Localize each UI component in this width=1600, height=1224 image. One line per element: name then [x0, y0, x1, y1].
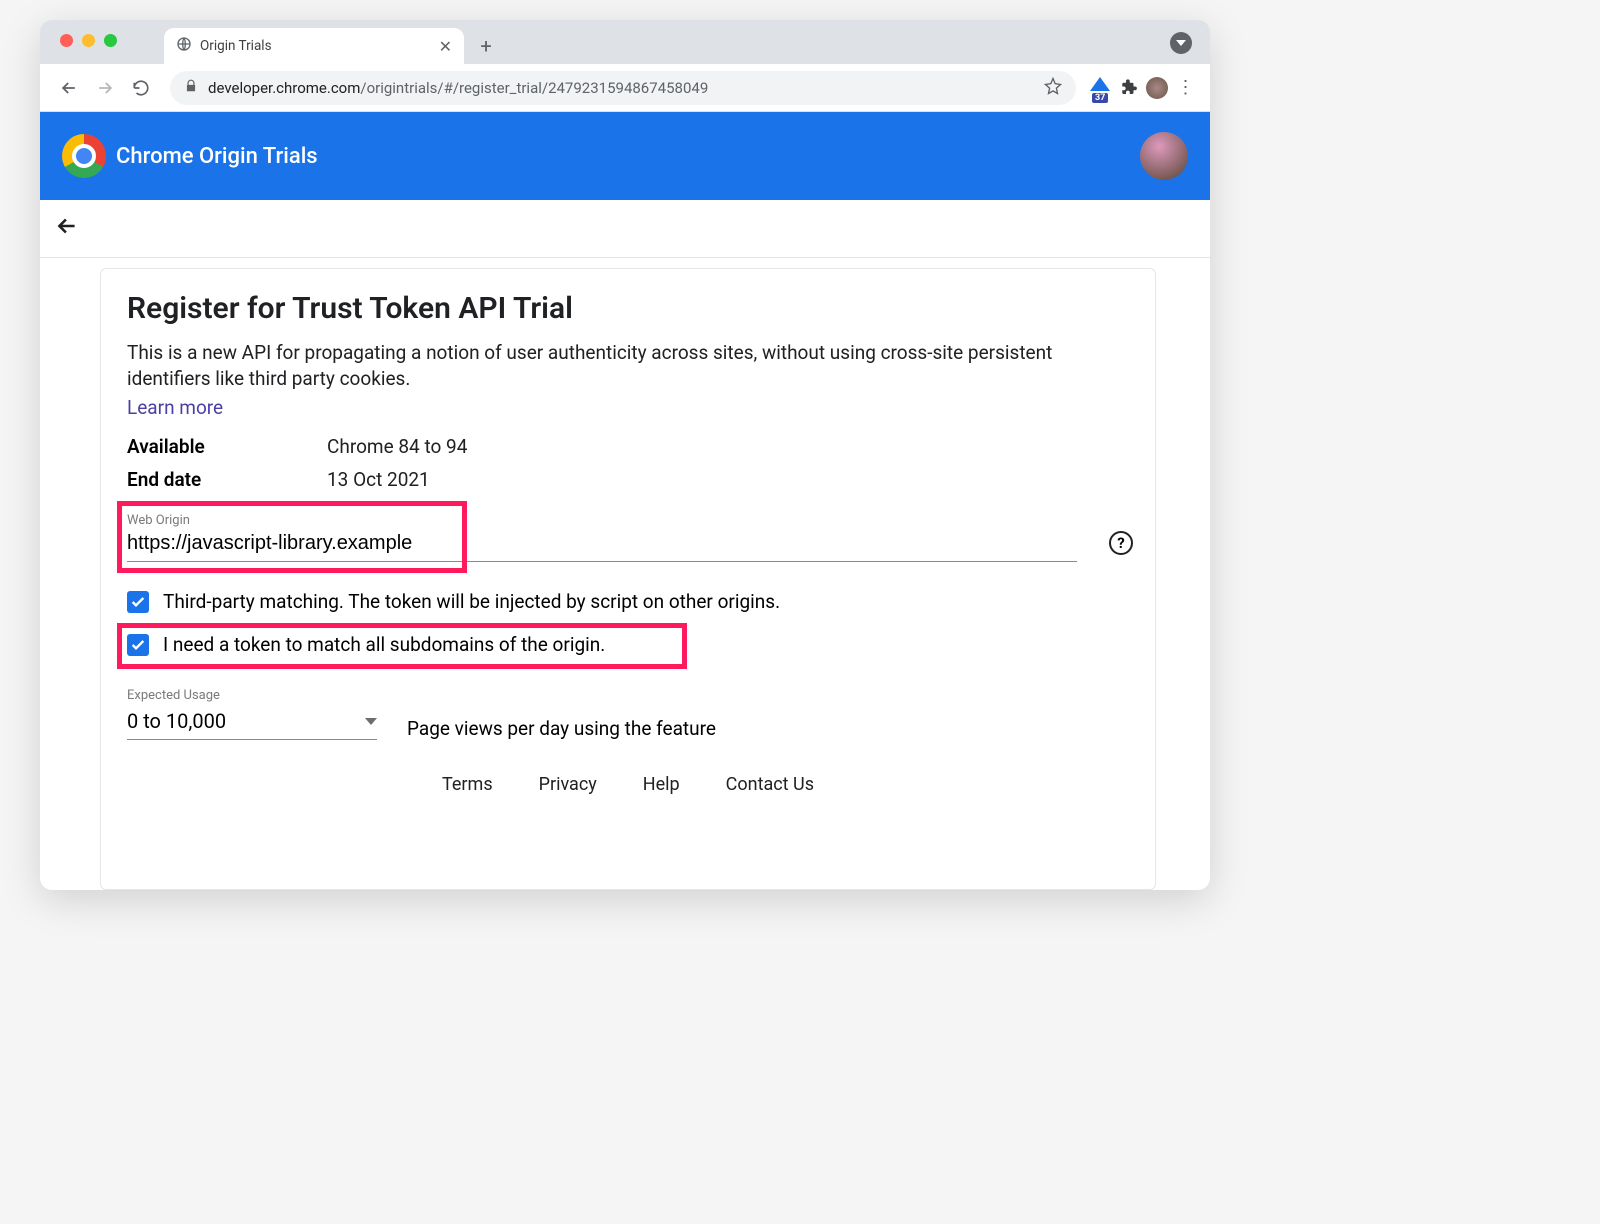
registration-card: Register for Trust Token API Trial This … — [100, 268, 1156, 890]
star-icon[interactable] — [1044, 77, 1062, 99]
profile-avatar[interactable] — [1146, 77, 1168, 99]
page-back-button[interactable] — [54, 213, 80, 245]
maximize-window-button[interactable] — [104, 34, 117, 47]
third-party-label: Third-party matching. The token will be … — [163, 590, 780, 613]
tab-strip: Origin Trials ✕ + — [40, 20, 1210, 64]
expected-usage-select[interactable]: 0 to 10,000 — [127, 705, 377, 740]
meta-available: Available Chrome 84 to 94 — [127, 435, 1129, 458]
site-title: Chrome Origin Trials — [116, 144, 318, 169]
subdomain-row: I need a token to match all subdomains o… — [127, 633, 1129, 656]
subdomain-checkbox[interactable] — [127, 634, 149, 656]
web-origin-input[interactable] — [127, 528, 1077, 562]
new-tab-button[interactable]: + — [472, 32, 500, 60]
back-button[interactable] — [54, 73, 84, 103]
contact-link[interactable]: Contact Us — [726, 774, 814, 795]
terms-link[interactable]: Terms — [442, 774, 493, 795]
page-description: This is a new API for propagating a noti… — [127, 340, 1129, 392]
expected-usage-label: Expected Usage — [127, 688, 377, 703]
third-party-checkbox[interactable] — [127, 591, 149, 613]
browser-menu-icon[interactable]: ⋮ — [1174, 77, 1196, 98]
expected-usage-description: Page views per day using the feature — [407, 717, 716, 740]
end-date-label: End date — [127, 468, 327, 491]
end-date-value: 13 Oct 2021 — [327, 468, 430, 491]
meta-end-date: End date 13 Oct 2021 — [127, 468, 1129, 491]
extension-badge[interactable]: 37 — [1090, 77, 1112, 99]
browser-toolbar: developer.chrome.com/origintrials/#/regi… — [40, 64, 1210, 112]
browser-window: Origin Trials ✕ + developer.chrome.com/o… — [40, 20, 1210, 890]
tab-title: Origin Trials — [200, 38, 272, 54]
user-avatar[interactable] — [1140, 132, 1188, 180]
footer-links: Terms Privacy Help Contact Us — [127, 774, 1129, 795]
web-origin-label: Web Origin — [127, 513, 1129, 528]
third-party-row: Third-party matching. The token will be … — [127, 590, 1129, 613]
subdomain-label: I need a token to match all subdomains o… — [163, 633, 605, 656]
page-heading: Register for Trust Token API Trial — [127, 291, 1129, 326]
reload-button[interactable] — [126, 73, 156, 103]
help-icon[interactable]: ? — [1109, 531, 1133, 555]
chevron-down-icon — [365, 718, 377, 725]
close-tab-icon[interactable]: ✕ — [439, 37, 452, 56]
available-value: Chrome 84 to 94 — [327, 435, 467, 458]
page-nav — [40, 200, 1210, 258]
browser-tab[interactable]: Origin Trials ✕ — [164, 28, 464, 64]
minimize-window-button[interactable] — [82, 34, 95, 47]
globe-icon — [176, 36, 192, 56]
url-text: developer.chrome.com/origintrials/#/regi… — [208, 79, 1034, 97]
lock-icon — [184, 79, 198, 97]
tab-overflow-icon[interactable] — [1170, 32, 1192, 54]
available-label: Available — [127, 435, 327, 458]
close-window-button[interactable] — [60, 34, 73, 47]
web-origin-field: Web Origin ? — [127, 513, 1129, 562]
chrome-logo-icon — [62, 134, 106, 178]
site-header: Chrome Origin Trials — [40, 112, 1210, 200]
help-link[interactable]: Help — [643, 774, 680, 795]
expected-usage-row: Expected Usage 0 to 10,000 Page views pe… — [127, 688, 1129, 740]
window-controls — [60, 34, 117, 47]
expected-usage-field: Expected Usage 0 to 10,000 — [127, 688, 377, 740]
address-bar[interactable]: developer.chrome.com/origintrials/#/regi… — [170, 71, 1076, 105]
extensions-icon[interactable] — [1118, 79, 1140, 97]
expected-usage-value: 0 to 10,000 — [127, 709, 226, 733]
learn-more-link[interactable]: Learn more — [127, 396, 223, 419]
forward-button[interactable] — [90, 73, 120, 103]
privacy-link[interactable]: Privacy — [539, 774, 597, 795]
